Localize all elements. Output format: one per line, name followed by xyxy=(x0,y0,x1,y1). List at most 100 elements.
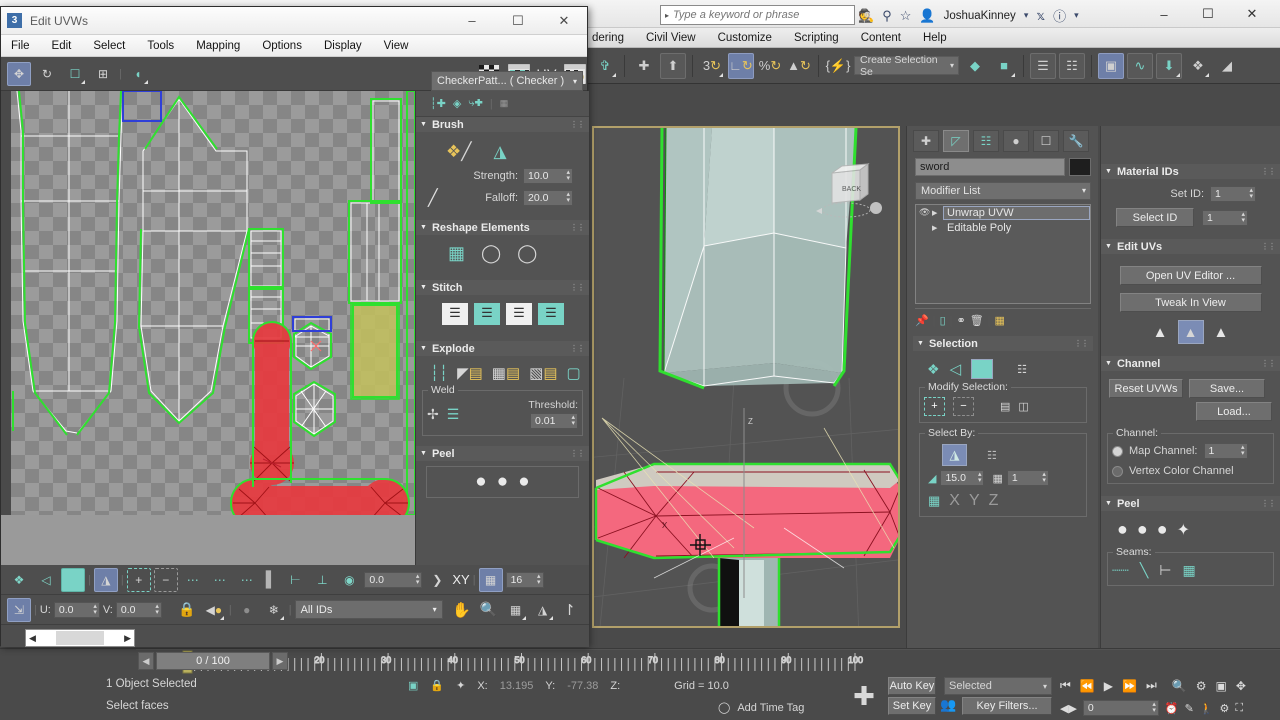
maximize-viewport-toggle-icon[interactable]: ⛶ xyxy=(1235,702,1243,715)
autodesk-x-icon[interactable]: 𝕩 xyxy=(1036,8,1045,24)
pin-stack-icon[interactable]: 📌 xyxy=(915,314,929,327)
layer-explorer-icon[interactable]: ☰ xyxy=(1030,52,1056,79)
explode-face-icon[interactable]: ▢ xyxy=(567,364,581,382)
stitch-source-icon[interactable]: ☰ xyxy=(538,303,564,325)
open-uv-editor-button[interactable]: Open UV Editor ... xyxy=(1119,266,1262,285)
curve-align-icon[interactable]: ❯ xyxy=(425,568,449,592)
select-loop-icon[interactable]: ◫ xyxy=(1018,400,1028,413)
reset-uvws-button[interactable]: Reset UVWs xyxy=(1109,379,1183,398)
select-and-link-icon[interactable]: ∟ ↻ xyxy=(728,52,754,79)
expand-triangle-icon[interactable]: ▶ xyxy=(932,224,943,232)
filter-selected-faces-icon[interactable]: ◀ ● xyxy=(202,598,226,622)
paint-move-brush-icon[interactable]: ❖╱ xyxy=(446,142,472,162)
stitch-selected-icon[interactable]: ☰ xyxy=(474,303,500,325)
key-filters-button[interactable]: Key Filters... xyxy=(962,697,1052,715)
select-id-spinner[interactable]: 1 ▴ ▾ xyxy=(1202,209,1248,226)
peel-mode-icon[interactable]: ● xyxy=(1137,519,1148,540)
absolute-uv-mode-icon[interactable]: ⇲ xyxy=(7,597,31,622)
grid-snap-icon[interactable]: ▦ xyxy=(478,567,503,592)
rollout-header-channel[interactable]: ▼ Channel ⋮⋮ xyxy=(1101,356,1280,371)
play-animation-icon[interactable]: ▶ xyxy=(1104,679,1113,693)
zoom-region-icon[interactable]: 🔍 xyxy=(1172,679,1187,693)
save-channel-button[interactable]: Save... xyxy=(1189,379,1265,398)
uvw-menu-view[interactable]: View xyxy=(384,40,409,52)
frame-next-button[interactable]: ▶ xyxy=(272,652,288,670)
brush-falloff-spinner[interactable]: 20.0 ▴ ▾ xyxy=(523,190,573,206)
go-to-end-icon[interactable]: ⏭ xyxy=(1146,678,1157,693)
relax-icon[interactable]: ◈ xyxy=(453,97,461,110)
spinner-arrows-icon[interactable]: ▴ ▾ xyxy=(416,573,422,586)
zoom-all-icon[interactable]: ▣ xyxy=(1215,679,1226,693)
rollout-header-stitch[interactable]: ▼ Stitch ⋮⋮ xyxy=(416,280,589,295)
spinner-arrows-icon[interactable]: ▴ ▾ xyxy=(93,603,99,616)
menu-help[interactable]: Help xyxy=(923,32,947,44)
more-options-icon[interactable]: ▦ xyxy=(500,98,509,109)
tab-utilities[interactable]: 🔧 xyxy=(1063,130,1089,152)
spinner-arrows-icon[interactable]: ▴ ▾ xyxy=(978,471,984,484)
brush-falloff-curve-icon[interactable]: ╱ xyxy=(428,188,438,208)
render-setup-icon[interactable]: ❖ xyxy=(1185,52,1211,79)
freeze-selected-icon[interactable]: ❄ xyxy=(262,598,286,622)
set-key-filter-icon[interactable]: 👥 xyxy=(940,697,956,713)
peel-reset-dialog-icon[interactable]: ● xyxy=(518,471,529,493)
uvw-maximize-button[interactable]: ☐ xyxy=(495,7,541,35)
material-dropdown[interactable]: CheckerPatt... ( Checker ) ▾ xyxy=(431,71,583,91)
flip-horizontal-icon[interactable]: ◖ xyxy=(126,62,150,86)
search-box[interactable]: ▸ xyxy=(660,5,855,25)
spinner-arrows-icon[interactable]: ▴ ▾ xyxy=(566,169,572,182)
spinner-arrows-icon[interactable]: ▴ ▾ xyxy=(1241,211,1247,224)
tab-modify[interactable]: ◸ xyxy=(943,130,969,152)
align-to-edge-icon[interactable]: ⊢ xyxy=(283,568,307,592)
point-to-point-seam-icon[interactable]: ╲ xyxy=(1140,562,1148,579)
align-to-baseline-icon[interactable]: ⊥ xyxy=(310,568,334,592)
align-vertical-icon[interactable]: ▌ xyxy=(266,571,277,588)
select-vertex-icon[interactable]: ❖ xyxy=(927,361,940,378)
uvw-menu-edit[interactable]: Edit xyxy=(52,40,72,52)
scrollbar-thumb[interactable] xyxy=(56,631,104,645)
frame-display-field[interactable]: 0 / 100 xyxy=(156,652,270,670)
expand-selection-icon[interactable]: + xyxy=(924,397,945,416)
time-tag-icon[interactable]: ◯ xyxy=(718,701,730,714)
render-frame-icon[interactable]: ◢ xyxy=(1214,52,1240,79)
flatten-icon[interactable]: ⤷✚ xyxy=(468,97,483,110)
axis-y-button[interactable]: Y xyxy=(969,492,980,510)
planar-angle-icon[interactable]: ◢ xyxy=(928,472,936,485)
select-and-place-icon[interactable]: ✚ xyxy=(631,52,657,79)
spinner-arrows-icon[interactable]: ▴ ▾ xyxy=(1042,471,1048,484)
next-frame-icon[interactable]: ⏩ xyxy=(1122,679,1137,693)
uvw-menu-select[interactable]: Select xyxy=(93,40,125,52)
auto-key-button[interactable]: Auto Key xyxy=(888,677,936,695)
mirror-selected-subobject-icon[interactable]: ⊞ xyxy=(91,62,115,86)
tab-create[interactable]: ✚ xyxy=(913,130,939,152)
smoothing-group-spinner[interactable]: 1 ▴ ▾ xyxy=(1006,470,1049,486)
mirror-icon[interactable]: ◆ xyxy=(962,52,988,79)
scroll-right-arrow-icon[interactable]: ▶ xyxy=(121,633,134,644)
uv-edit-canvas[interactable] xyxy=(1,91,415,565)
uvw-menu-file[interactable]: File xyxy=(11,40,30,52)
rollout-header-selection[interactable]: ▼ Selection ⋮⋮ xyxy=(913,336,1093,351)
weld-selected-icon[interactable]: ☰ xyxy=(447,406,460,423)
tab-hierarchy[interactable]: ☷ xyxy=(973,130,999,152)
rollout-header-edit-uvs[interactable]: ▼ Edit UVs ⋮⋮ xyxy=(1101,239,1280,254)
break-by-uv-icon[interactable]: ┆┆ xyxy=(430,364,448,382)
weld-threshold-spinner[interactable]: 0.01 ▴ ▾ xyxy=(530,413,578,429)
snap-uv-icon[interactable]: ↾ xyxy=(558,598,582,622)
grow-selection-icon[interactable]: + xyxy=(126,567,151,592)
selection-lock-icon[interactable]: 🔒 xyxy=(430,679,444,692)
eye-icon[interactable]: 👁 xyxy=(919,207,932,218)
curve-editor-icon[interactable]: ▣ xyxy=(1098,52,1124,79)
user-name-label[interactable]: JoshuaKinney xyxy=(944,10,1016,22)
app-maximize-button[interactable]: ☐ xyxy=(1186,0,1230,28)
create-selection-set-dropdown[interactable]: Create Selection Se ▾ xyxy=(854,54,959,78)
freeform-mode-icon[interactable]: ☐ xyxy=(63,62,87,86)
rollout-header-material-ids[interactable]: ▼ Material IDs ⋮⋮ xyxy=(1101,164,1280,179)
uvw-menu-display[interactable]: Display xyxy=(324,40,362,52)
uvw-minimize-button[interactable]: – xyxy=(449,7,495,35)
quick-peel-dialog-icon[interactable]: ● xyxy=(475,471,486,493)
selection-lock-region-icon[interactable]: ▣ xyxy=(408,679,418,692)
app-close-button[interactable]: ✕ xyxy=(1230,0,1274,28)
configure-modifier-sets-icon[interactable]: ▦ xyxy=(995,314,1005,327)
search-dropdown-icon[interactable]: ▸ xyxy=(661,11,673,20)
modifier-stack[interactable]: 👁 ▶ Unwrap UVW ▶ Editable Poly xyxy=(915,204,1091,304)
zoom-extents-icon[interactable]: ⚙ xyxy=(1196,679,1207,693)
